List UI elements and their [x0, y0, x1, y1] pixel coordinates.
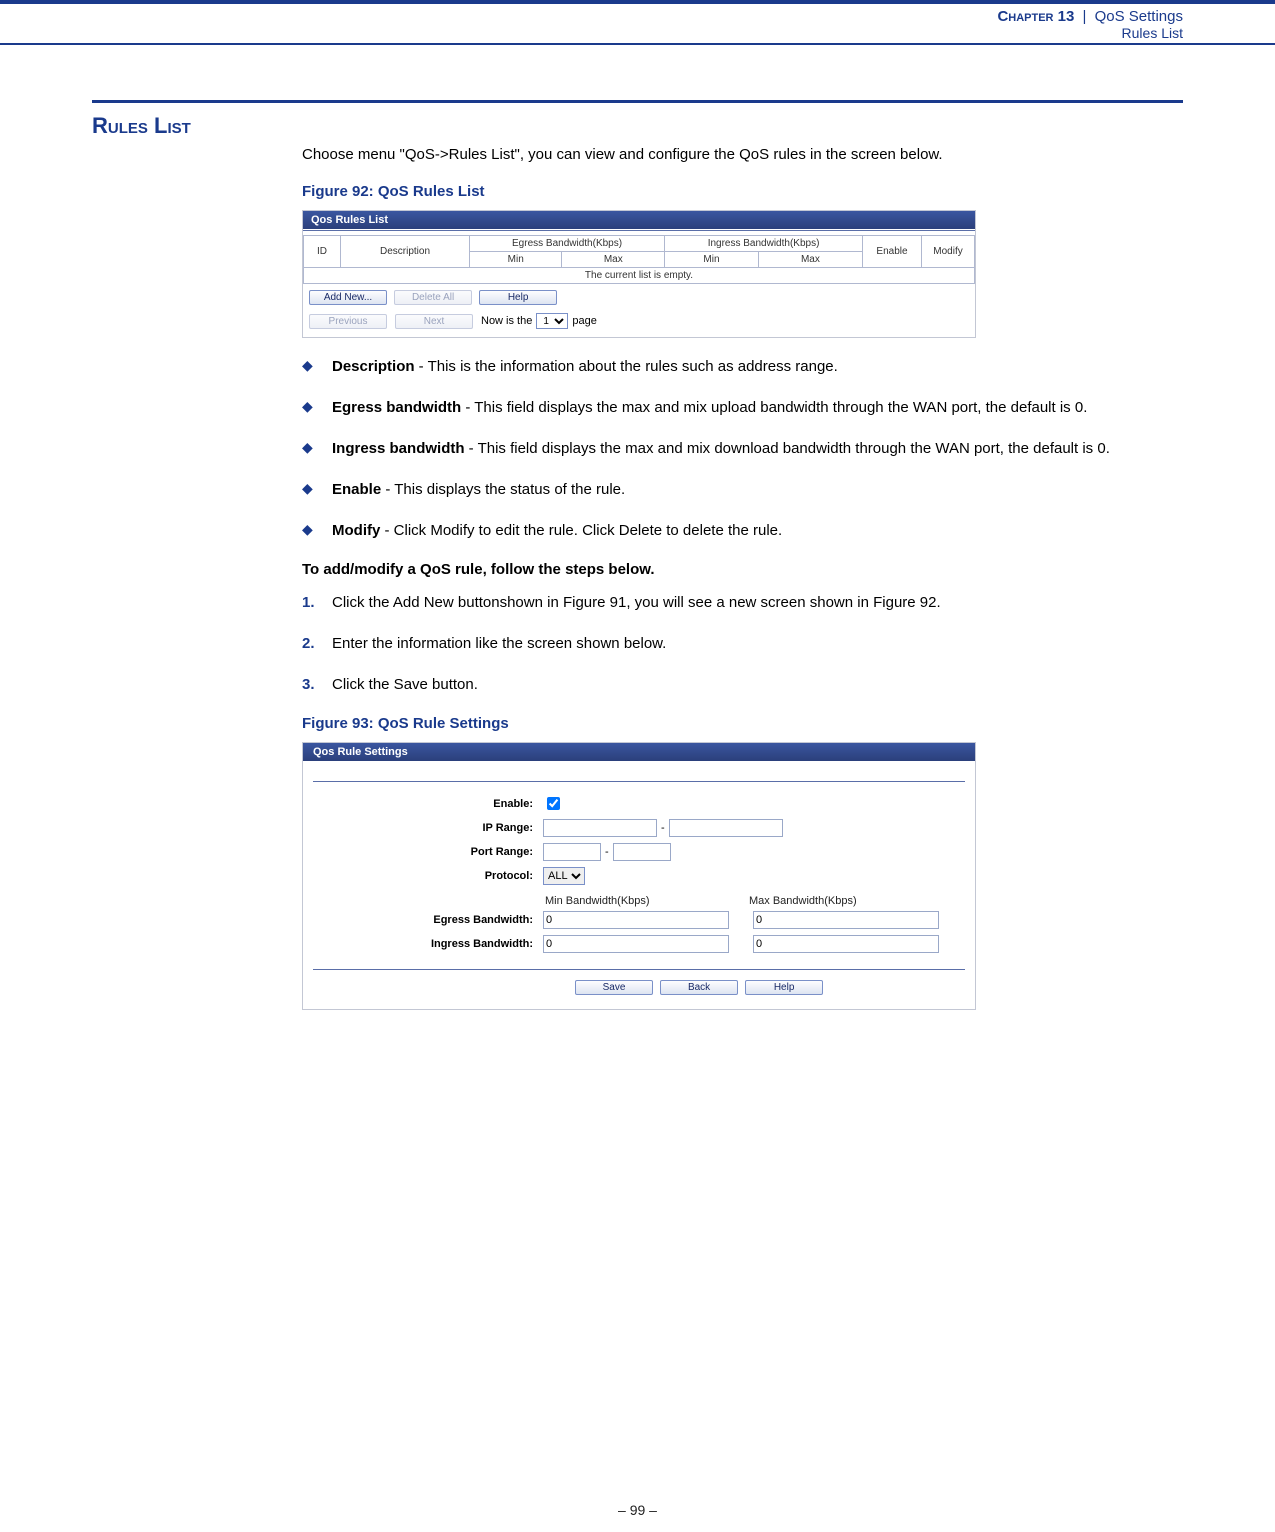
fig93-ui: Qos Rule Settings Enable: IP Range: - Po…: [302, 742, 976, 1010]
step-1: Click the Add New buttonshown in Figure …: [302, 592, 1183, 613]
add-new-button[interactable]: Add New...: [309, 290, 387, 305]
step-3: Click the Save button.: [302, 674, 1183, 695]
col-max-bw: Max Bandwidth(Kbps): [749, 895, 953, 907]
field-definitions: Description - This is the information ab…: [302, 356, 1183, 541]
doc-header: Chapter 13 | QoS Settings Rules List: [997, 8, 1183, 41]
bullet-egress: Egress bandwidth - This field displays t…: [302, 397, 1183, 418]
fig92-titlebar: Qos Rules List: [303, 211, 975, 229]
chapter-group: QoS Settings: [1095, 8, 1183, 25]
rest-description: - This is the information about the rule…: [415, 358, 838, 375]
term-modify: Modify: [332, 522, 380, 539]
step-2: Enter the information like the screen sh…: [302, 633, 1183, 654]
term-description: Description: [332, 358, 415, 375]
col-modify: Modify: [922, 236, 975, 268]
enable-checkbox[interactable]: [547, 797, 560, 810]
label-protocol: Protocol:: [313, 870, 543, 882]
bullet-enable: Enable - This displays the status of the…: [302, 479, 1183, 500]
help-button-2[interactable]: Help: [745, 980, 823, 995]
rest-egress: - This field displays the max and mix up…: [461, 399, 1087, 416]
fig92-ui: Qos Rules List ID Description Egress Ban…: [302, 210, 976, 338]
bullet-description: Description - This is the information ab…: [302, 356, 1183, 377]
rest-modify: - Click Modify to edit the rule. Click D…: [380, 522, 782, 539]
label-ingress-bw: Ingress Bandwidth:: [313, 938, 543, 950]
fig93-caption: Figure 93: QoS Rule Settings: [302, 715, 1183, 732]
col-egress-group: Egress Bandwidth(Kbps): [470, 236, 665, 252]
col-description: Description: [341, 236, 470, 268]
col-ingress-max: Max: [758, 252, 862, 268]
help-button[interactable]: Help: [479, 290, 557, 305]
egress-min-input[interactable]: [543, 911, 729, 929]
col-min-bw: Min Bandwidth(Kbps): [545, 895, 749, 907]
section-intro: Choose menu "QoS->Rules List", you can v…: [302, 145, 1183, 165]
col-id: ID: [304, 236, 341, 268]
previous-button[interactable]: Previous: [309, 314, 387, 329]
term-egress: Egress bandwidth: [332, 399, 461, 416]
next-button[interactable]: Next: [395, 314, 473, 329]
term-enable: Enable: [332, 481, 381, 498]
fig93-titlebar: Qos Rule Settings: [303, 743, 975, 761]
label-enable: Enable:: [313, 798, 543, 810]
ip-range-start[interactable]: [543, 819, 657, 837]
col-ingress-min: Min: [665, 252, 759, 268]
label-egress-bw: Egress Bandwidth:: [313, 914, 543, 926]
chapter-sep: |: [1079, 8, 1091, 25]
page-select[interactable]: 1: [536, 313, 568, 329]
pager-suffix: page: [572, 315, 596, 327]
empty-list-text: The current list is empty.: [304, 268, 975, 284]
ingress-min-input[interactable]: [543, 935, 729, 953]
form-rule-top: [313, 781, 965, 782]
save-button[interactable]: Save: [575, 980, 653, 995]
col-egress-min: Min: [470, 252, 562, 268]
label-port-range: Port Range:: [313, 846, 543, 858]
fig92-caption: Figure 92: QoS Rules List: [302, 183, 1183, 200]
chapter-label: Chapter 13: [997, 8, 1074, 25]
pager-prefix: Now is the: [481, 315, 532, 327]
port-range-end[interactable]: [613, 843, 671, 861]
steps-list: Click the Add New buttonshown in Figure …: [302, 592, 1183, 695]
ingress-max-input[interactable]: [753, 935, 939, 953]
rest-ingress: - This field displays the max and mix do…: [465, 440, 1110, 457]
label-ip-range: IP Range:: [313, 822, 543, 834]
port-range-start[interactable]: [543, 843, 601, 861]
col-enable: Enable: [863, 236, 922, 268]
delete-all-button[interactable]: Delete All: [394, 290, 472, 305]
egress-max-input[interactable]: [753, 911, 939, 929]
bullet-modify: Modify - Click Modify to edit the rule. …: [302, 520, 1183, 541]
section-title: Rules List: [92, 113, 1183, 139]
bullet-ingress: Ingress bandwidth - This field displays …: [302, 438, 1183, 459]
protocol-select[interactable]: ALL: [543, 867, 585, 885]
page-number: – 99 –: [0, 1502, 1275, 1518]
col-egress-max: Max: [562, 252, 665, 268]
steps-intro: To add/modify a QoS rule, follow the ste…: [302, 561, 1183, 578]
qos-rules-table: ID Description Egress Bandwidth(Kbps) In…: [303, 235, 975, 284]
rest-enable: - This displays the status of the rule.: [381, 481, 625, 498]
ip-range-end[interactable]: [669, 819, 783, 837]
term-ingress: Ingress bandwidth: [332, 440, 465, 457]
col-ingress-group: Ingress Bandwidth(Kbps): [665, 236, 863, 252]
back-button[interactable]: Back: [660, 980, 738, 995]
chapter-sub: Rules List: [997, 25, 1183, 41]
section-rule: [92, 100, 1183, 103]
